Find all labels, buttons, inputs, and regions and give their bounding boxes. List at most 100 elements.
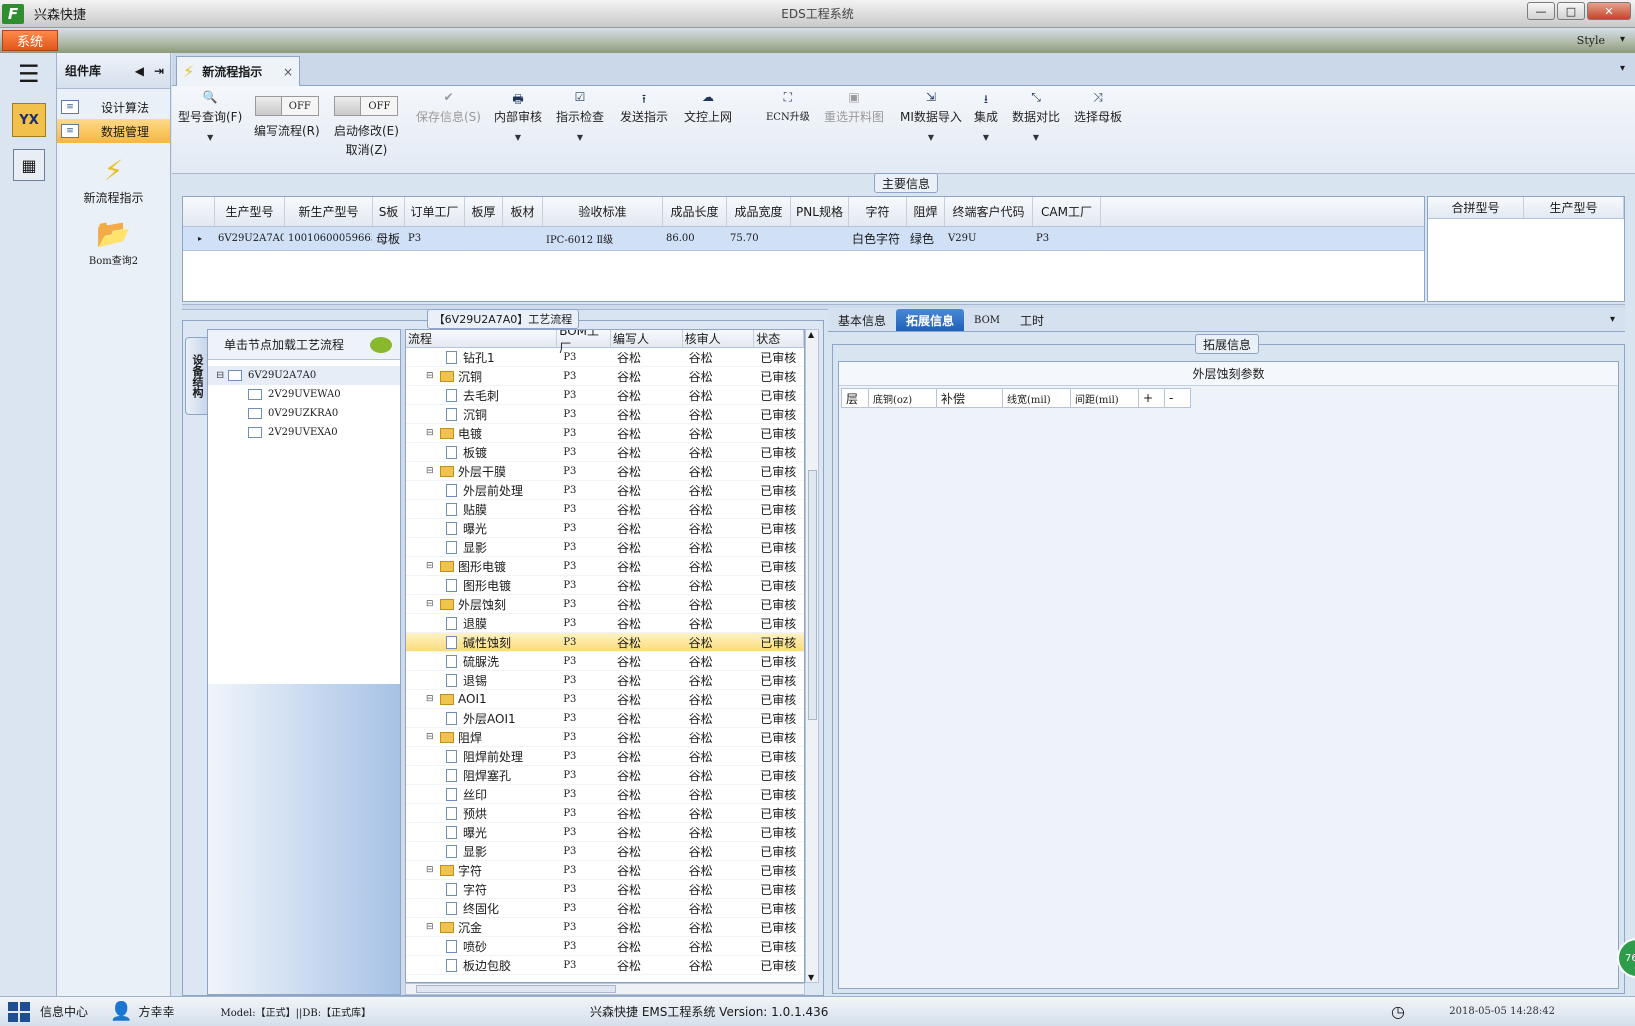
style-dropdown-icon[interactable]: ▾ — [1620, 34, 1625, 45]
calculator-icon[interactable]: ▦ — [13, 149, 45, 181]
col-header[interactable]: S板 — [373, 197, 405, 226]
table-row[interactable]: 外层前处理 P3 谷松 谷松 已审核 — [406, 481, 804, 500]
flow-node[interactable]: 阻焊前处理 — [406, 748, 557, 765]
instruction-check-button[interactable]: ☑ 指示检查 ▼ — [556, 90, 604, 142]
flow-node[interactable]: ⊟ AOI1 — [406, 692, 557, 706]
scroll-up-icon[interactable]: ▲ — [808, 330, 814, 339]
yx-module-icon[interactable]: YX — [12, 103, 46, 137]
table-row[interactable]: 喷砂 P3 谷松 谷松 已审核 — [406, 937, 804, 956]
flow-node[interactable]: ⊟ 字符 — [406, 862, 557, 879]
mi-import-button[interactable]: ⇲ MI数据导入 ▼ — [900, 90, 962, 142]
flow-node[interactable]: 外层AOI1 — [406, 710, 557, 727]
col-header[interactable]: 成品宽度 — [727, 197, 791, 226]
table-row[interactable]: ⊟ 外层干膜 P3 谷松 谷松 已审核 — [406, 462, 804, 481]
scrollbar-thumb[interactable] — [808, 470, 817, 720]
col-header[interactable]: 合拼型号 — [1428, 197, 1524, 218]
collapse-icon[interactable]: ⊟ — [426, 561, 436, 571]
tab-extended-info[interactable]: 拓展信息 — [896, 309, 965, 331]
collapse-icon[interactable]: ⊟ — [426, 922, 436, 932]
flow-node[interactable]: 硫脲洗 — [406, 653, 557, 670]
flow-node[interactable]: 去毛刺 — [406, 387, 557, 404]
col-header[interactable]: 生产型号 — [1524, 197, 1624, 218]
col-header[interactable]: 间距(mil) — [1071, 388, 1139, 408]
table-row[interactable]: 板边包胶 P3 谷松 谷松 已审核 — [406, 956, 804, 975]
table-row[interactable]: 显影 P3 谷松 谷松 已审核 — [406, 538, 804, 557]
flow-node[interactable]: 退锡 — [406, 672, 557, 689]
horizontal-scrollbar[interactable] — [405, 983, 805, 995]
flow-node[interactable]: 阻焊塞孔 — [406, 767, 557, 784]
flow-node[interactable]: ⊟ 外层蚀刻 — [406, 596, 557, 613]
collapse-icon[interactable]: ⊟ — [426, 371, 436, 381]
col-header[interactable]: 验收标准 — [543, 197, 663, 226]
scroll-down-icon[interactable]: ▼ — [808, 973, 814, 982]
table-row[interactable]: 退锡 P3 谷松 谷松 已审核 — [406, 671, 804, 690]
table-row[interactable]: ⊟ 沉铜 P3 谷松 谷松 已审核 — [406, 367, 804, 386]
tab-work-hours[interactable]: 工时 — [1010, 309, 1054, 331]
table-row[interactable]: 硫脲洗 P3 谷松 谷松 已审核 — [406, 652, 804, 671]
model-query-button[interactable]: 🔍 型号查询(F) ▼ — [178, 90, 242, 142]
tab-new-flow[interactable]: ⚡ 新流程指示 × — [176, 56, 300, 86]
tree-node-root[interactable]: ⊟ 6V29U2A7A0 — [208, 366, 400, 385]
col-header[interactable]: 字符 — [849, 197, 907, 226]
flow-node[interactable]: 预烘 — [406, 805, 557, 822]
table-row[interactable]: 贴膜 P3 谷松 谷松 已审核 — [406, 500, 804, 519]
collapse-left-icon[interactable]: ◀ — [135, 64, 144, 78]
table-row[interactable]: 退膜 P3 谷松 谷松 已审核 — [406, 614, 804, 633]
table-row[interactable]: 显影 P3 谷松 谷松 已审核 — [406, 842, 804, 861]
table-row[interactable]: 预烘 P3 谷松 谷松 已审核 — [406, 804, 804, 823]
table-row[interactable]: 板镀 P3 谷松 谷松 已审核 — [406, 443, 804, 462]
close-tab-icon[interactable]: × — [283, 65, 293, 79]
flow-node[interactable]: 曝光 — [406, 520, 557, 537]
flow-node[interactable]: ⊟ 沉铜 — [406, 368, 557, 385]
flow-node[interactable]: 贴膜 — [406, 501, 557, 518]
doc-upload-button[interactable]: ☁ 文控上网 — [684, 90, 732, 125]
flow-node[interactable]: 喷砂 — [406, 938, 557, 955]
grid-icon[interactable] — [8, 1001, 30, 1022]
table-row[interactable]: 钻孔1 P3 谷松 谷松 已审核 — [406, 348, 804, 367]
scrollbar-thumb[interactable] — [416, 985, 616, 993]
select-mother-button[interactable]: ⤨ 选择母板 — [1074, 90, 1122, 125]
table-row[interactable]: 丝印 P3 谷松 谷松 已审核 — [406, 785, 804, 804]
tab-basic-info[interactable]: 基本信息 — [828, 309, 896, 331]
col-header[interactable]: 订单工厂 — [405, 197, 465, 226]
table-row[interactable]: 终固化 P3 谷松 谷松 已审核 — [406, 899, 804, 918]
table-row[interactable]: 去毛刺 P3 谷松 谷松 已审核 — [406, 386, 804, 405]
collapse-icon[interactable]: ⊟ — [426, 466, 436, 476]
system-menu-button[interactable]: 系统 — [2, 30, 58, 51]
style-menu[interactable]: Style — [1577, 34, 1605, 47]
col-header[interactable]: 成品长度 — [663, 197, 727, 226]
col-header[interactable]: 编写人 — [611, 330, 683, 347]
col-header[interactable]: 核审人 — [683, 330, 755, 347]
chevron-down-icon[interactable]: ▾ — [1610, 314, 1615, 325]
flow-node[interactable]: 外层前处理 — [406, 482, 557, 499]
flow-node[interactable]: 图形电镀 — [406, 577, 557, 594]
save-info-button[interactable]: ✔ 保存信息(S) — [416, 90, 481, 125]
col-header[interactable]: 层 — [841, 388, 869, 408]
flow-node[interactable]: 板镀 — [406, 444, 557, 461]
flow-node[interactable]: 显影 — [406, 843, 557, 860]
collapse-icon[interactable]: ⊟ — [426, 694, 436, 704]
col-header[interactable]: CAM工厂 — [1033, 197, 1101, 226]
ecn-upgrade-button[interactable]: ⛶ ECN升级 — [766, 90, 810, 123]
flow-node[interactable]: 碱性蚀刻 — [406, 634, 557, 651]
hamburger-menu-icon[interactable]: ☰ — [18, 62, 40, 86]
flow-node[interactable]: 钻孔1 — [406, 349, 557, 366]
data-compare-button[interactable]: ⤡ 数据对比 ▼ — [1012, 90, 1060, 142]
collapse-icon[interactable]: ⊟ — [426, 599, 436, 609]
table-row[interactable]: 阻焊前处理 P3 谷松 谷松 已审核 — [406, 747, 804, 766]
table-row[interactable]: ⊟ 外层蚀刻 P3 谷松 谷松 已审核 — [406, 595, 804, 614]
tab-device-structure[interactable]: 设备结构 — [185, 337, 209, 415]
close-button[interactable]: ✕ — [1587, 2, 1631, 20]
remove-column-button[interactable]: - — [1165, 388, 1191, 408]
flow-node[interactable]: 板边包胶 — [406, 957, 557, 974]
table-row[interactable]: 外层AOI1 P3 谷松 谷松 已审核 — [406, 709, 804, 728]
col-header[interactable]: 补偿 — [937, 388, 1003, 408]
table-row[interactable]: ▸ 6V29U2A7A0 10010600059665 母板 P3 IPC-60… — [183, 227, 1424, 251]
flow-node[interactable]: ⊟ 电镀 — [406, 425, 557, 442]
col-header[interactable]: 流程 — [406, 330, 558, 347]
tab-dropdown-icon[interactable]: ▾ — [1620, 63, 1625, 74]
enable-modify-switch[interactable]: OFF — [334, 96, 399, 116]
lib-item-bom-query[interactable]: 📂 Bom查询2 — [57, 216, 170, 267]
lib-item-new-flow[interactable]: ⚡ 新流程指示 — [57, 153, 170, 206]
collapse-icon[interactable]: ⊟ — [426, 732, 436, 742]
